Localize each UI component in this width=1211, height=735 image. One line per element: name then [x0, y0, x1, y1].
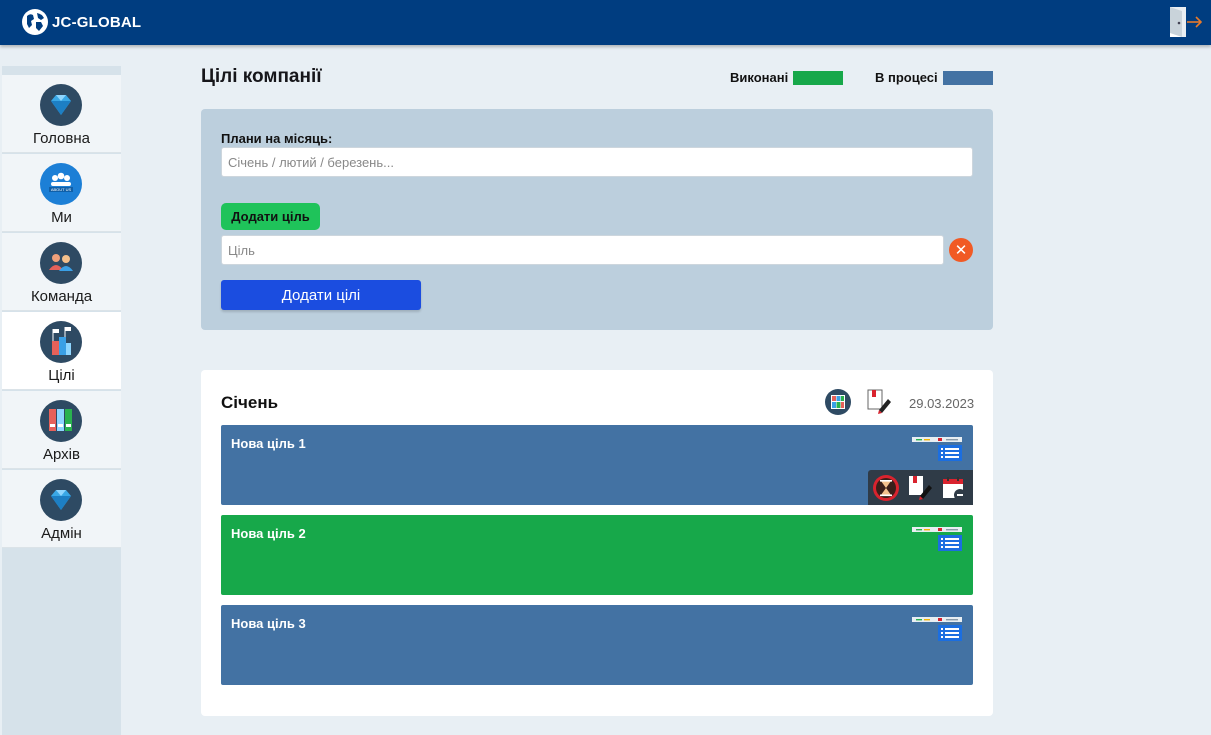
- month-card: Січень 29.03.2023 Нова ціль 1 Нова ціль …: [201, 370, 993, 716]
- archive-icon: [40, 400, 82, 442]
- diamond-icon: [40, 84, 82, 126]
- sidebar-item-label: Головна: [33, 130, 90, 147]
- goal-card-1[interactable]: Нова ціль 1: [221, 425, 973, 505]
- about-us-icon: ABOUT US: [40, 163, 82, 205]
- exit-door-icon[interactable]: [1168, 6, 1204, 38]
- goal-card-2[interactable]: Нова ціль 2: [221, 515, 973, 595]
- sidebar-item-label: Ми: [51, 209, 72, 226]
- brand-logo[interactable]: JC-GLOBAL: [21, 8, 141, 36]
- goal-title: Нова ціль 1: [231, 436, 306, 451]
- diamond-icon: [40, 479, 82, 521]
- sidebar-item-admin[interactable]: Адмін: [2, 470, 121, 548]
- legend-done-label: Виконані: [730, 70, 789, 85]
- sidebar-item-label: Адмін: [41, 525, 82, 542]
- sidebar-item-goals[interactable]: Цілі: [2, 312, 121, 390]
- sidebar-item-archive[interactable]: Архів: [2, 391, 121, 469]
- sidebar-item-label: Цілі: [48, 367, 75, 384]
- legend-done: Виконані: [730, 70, 844, 85]
- goals-icon: [40, 321, 82, 363]
- calendar-remove-icon[interactable]: [940, 474, 968, 502]
- sidebar: Головна ABOUT US Ми Команда Цілі Архів А…: [2, 66, 121, 735]
- add-goal-button[interactable]: Додати ціль: [221, 203, 320, 230]
- board-icon[interactable]: [824, 388, 852, 416]
- page-title: Цілі компанії: [201, 66, 322, 87]
- month-date: 29.03.2023: [909, 396, 975, 411]
- goal-input[interactable]: Ціль: [221, 235, 944, 265]
- top-bar: JC-GLOBAL: [0, 0, 1211, 45]
- sidebar-top-edge: [2, 66, 121, 75]
- goal-card-3[interactable]: Нова ціль 3: [221, 605, 973, 685]
- sidebar-item-team[interactable]: Команда: [2, 233, 121, 311]
- goal-actions-toolbar: [868, 470, 973, 505]
- sidebar-item-home[interactable]: Головна: [2, 75, 121, 153]
- add-goals-form: Плани на місяць: Січень / лютий / березе…: [201, 109, 993, 330]
- brand-name: JC-GLOBAL: [52, 13, 142, 31]
- list-view-icon[interactable]: [912, 435, 964, 463]
- sidebar-item-label: Команда: [30, 288, 93, 305]
- legend-in-progress-swatch: [942, 70, 993, 85]
- legend-done-swatch: [793, 70, 844, 85]
- goal-title: Нова ціль 2: [231, 526, 306, 541]
- svg-text:ABOUT US: ABOUT US: [51, 187, 72, 192]
- hourglass-icon[interactable]: [872, 474, 900, 502]
- goal-title: Нова ціль 3: [231, 616, 306, 631]
- month-plans-input[interactable]: Січень / лютий / березень...: [221, 147, 973, 177]
- team-icon: [40, 242, 82, 284]
- legend-in-progress: В процесі: [875, 70, 993, 85]
- close-circle-icon[interactable]: ✕: [949, 238, 973, 262]
- submit-goals-button[interactable]: Додати цілі: [221, 280, 421, 310]
- edit-note-icon[interactable]: [906, 474, 934, 502]
- list-view-icon[interactable]: [912, 525, 964, 553]
- globe-icon: [22, 9, 48, 35]
- month-title: Січень: [221, 393, 279, 412]
- edit-note-icon[interactable]: [865, 388, 893, 416]
- sidebar-item-about-us[interactable]: ABOUT US Ми: [2, 154, 121, 232]
- plans-label: Плани на місяць:: [221, 131, 333, 146]
- sidebar-item-label: Архів: [43, 446, 80, 463]
- legend-in-progress-label: В процесі: [875, 70, 938, 85]
- list-view-icon[interactable]: [912, 615, 964, 643]
